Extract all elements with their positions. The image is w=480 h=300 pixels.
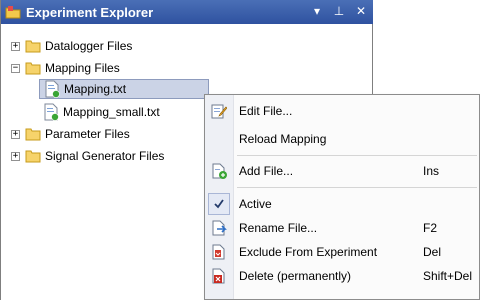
menu-item-shortcut: Del: [423, 245, 442, 259]
collapse-icon[interactable]: −: [11, 63, 20, 73]
delete-icon: [212, 268, 225, 284]
tree-item-label: Datalogger Files: [45, 39, 133, 53]
check-icon: [214, 199, 224, 209]
menu-item-label: Rename File...: [239, 221, 318, 235]
mapping-file-icon: [44, 103, 59, 121]
menu-item-shortcut: F2: [423, 221, 438, 235]
menu-item-label: Reload Mapping: [239, 132, 327, 146]
dropdown-icon[interactable]: ▾: [311, 4, 323, 18]
tree-item-mapping-small-txt[interactable]: Mapping_small.txt: [43, 102, 160, 122]
folder-icon: [25, 40, 41, 53]
folder-icon: [25, 150, 41, 163]
tree-item-label: Mapping Files: [45, 61, 120, 75]
rename-icon: [212, 220, 227, 236]
folder-icon: [25, 128, 41, 141]
expand-icon[interactable]: +: [11, 41, 20, 51]
pin-icon[interactable]: ⊥: [333, 4, 345, 18]
panel-title: Experiment Explorer: [26, 4, 154, 20]
folder-icon: [25, 62, 41, 75]
menu-separator: [237, 155, 477, 156]
menu-item-edit-file[interactable]: Edit File...: [205, 99, 479, 123]
tree-item-signal-generator-files[interactable]: + Signal Generator Files: [11, 146, 164, 166]
menu-item-add-file[interactable]: Add File... Ins: [205, 159, 479, 183]
edit-icon: [211, 104, 227, 119]
exclude-icon: [212, 244, 225, 260]
menu-item-label: Active: [239, 197, 272, 211]
tree-item-label: Mapping.txt: [64, 82, 127, 96]
menu-item-active[interactable]: Active: [205, 192, 479, 216]
menu-item-delete-permanently[interactable]: Delete (permanently) Shift+Del: [205, 264, 479, 288]
title-bar[interactable]: Experiment Explorer ▾ ⊥ ✕: [1, 0, 373, 24]
expand-icon[interactable]: +: [11, 129, 20, 139]
menu-item-shortcut: Shift+Del: [423, 269, 473, 283]
tree-item-label: Parameter Files: [45, 127, 130, 141]
menu-item-label: Exclude From Experiment: [239, 245, 378, 259]
tree-item-label: Signal Generator Files: [45, 149, 165, 163]
menu-item-label: Delete (permanently): [239, 269, 352, 283]
menu-item-reload-mapping[interactable]: Reload Mapping: [205, 127, 479, 151]
menu-item-shortcut: Ins: [423, 164, 440, 178]
menu-item-rename-file[interactable]: Rename File... F2: [205, 216, 479, 240]
tree-item-parameter-files[interactable]: + Parameter Files: [11, 124, 130, 144]
menu-item-label: Add File...: [239, 164, 294, 178]
tree-item-label: Mapping_small.txt: [63, 105, 160, 119]
expand-icon[interactable]: +: [11, 151, 20, 161]
menu-item-exclude-from-experiment[interactable]: Exclude From Experiment Del: [205, 240, 479, 264]
tree-item-mapping-files[interactable]: − Mapping Files: [11, 58, 120, 78]
experiment-icon: [5, 6, 21, 19]
tree-item-mapping-txt[interactable]: Mapping.txt: [39, 79, 209, 99]
menu-item-label: Edit File...: [239, 104, 293, 118]
checked-indicator: [208, 193, 230, 215]
close-icon[interactable]: ✕: [355, 4, 367, 18]
add-file-icon: [212, 163, 227, 179]
context-menu: Edit File... Reload Mapping Add File... …: [204, 94, 480, 300]
tree-item-datalogger-files[interactable]: + Datalogger Files: [11, 36, 132, 56]
mapping-file-icon: [45, 80, 60, 98]
menu-separator: [237, 187, 477, 188]
